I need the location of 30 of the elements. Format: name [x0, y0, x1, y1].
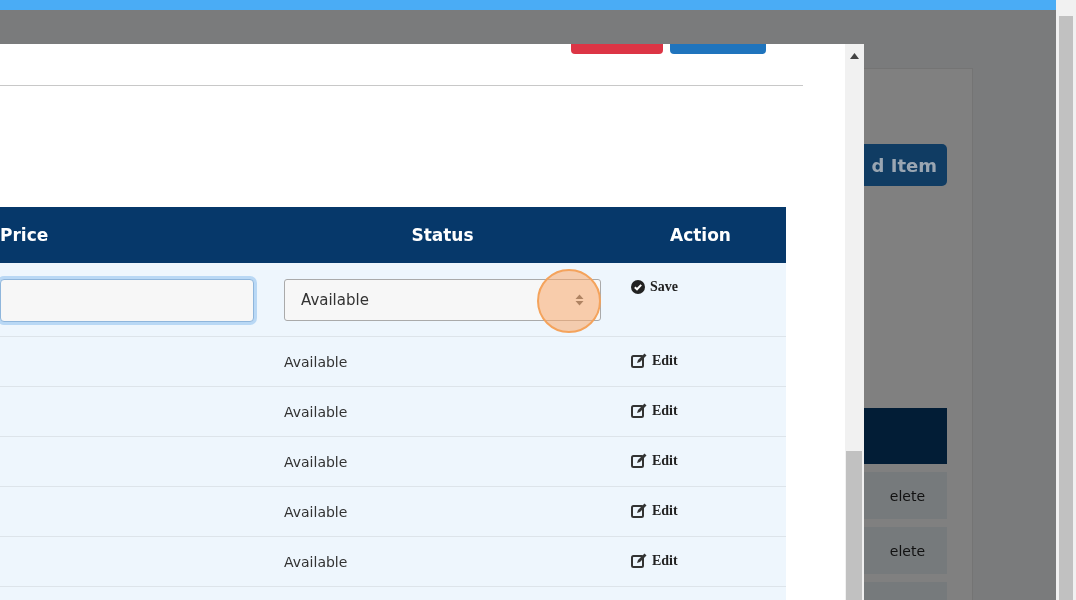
check-circle-icon [631, 280, 645, 294]
column-header: Price [0, 225, 49, 245]
status-text: Available [284, 404, 348, 420]
edit-icon [631, 403, 647, 419]
click-indicator [537, 269, 601, 333]
column-header: Action [670, 225, 731, 245]
status-text: Available [284, 454, 348, 470]
edit-button[interactable]: Edit [631, 452, 678, 469]
price-input-field[interactable] [0, 279, 254, 322]
scrollbar-thumb[interactable] [846, 451, 862, 600]
edit-button[interactable]: Edit [631, 552, 678, 569]
page-scrollbar[interactable] [1056, 0, 1076, 600]
edit-icon [631, 353, 647, 369]
edit-button[interactable]: Edit [631, 352, 678, 369]
status-text: Available [284, 554, 348, 570]
edit-button[interactable]: Edit [631, 502, 678, 519]
scroll-up-icon[interactable] [850, 53, 859, 59]
status-select[interactable]: Available [284, 279, 601, 321]
save-button[interactable]: Save [631, 279, 678, 295]
modal-scrollbar[interactable] [845, 44, 864, 600]
edit-icon [631, 553, 647, 569]
delete-link[interactable]: elete [889, 542, 925, 559]
status-text: Available [284, 504, 348, 520]
delete-link[interactable]: elete [889, 487, 925, 504]
edit-icon [631, 453, 647, 469]
column-header: Status [411, 225, 474, 245]
sort-arrows-icon [575, 294, 584, 306]
status-text: Available [284, 354, 348, 370]
edit-icon [631, 503, 647, 519]
edit-button[interactable]: Edit [631, 402, 678, 419]
